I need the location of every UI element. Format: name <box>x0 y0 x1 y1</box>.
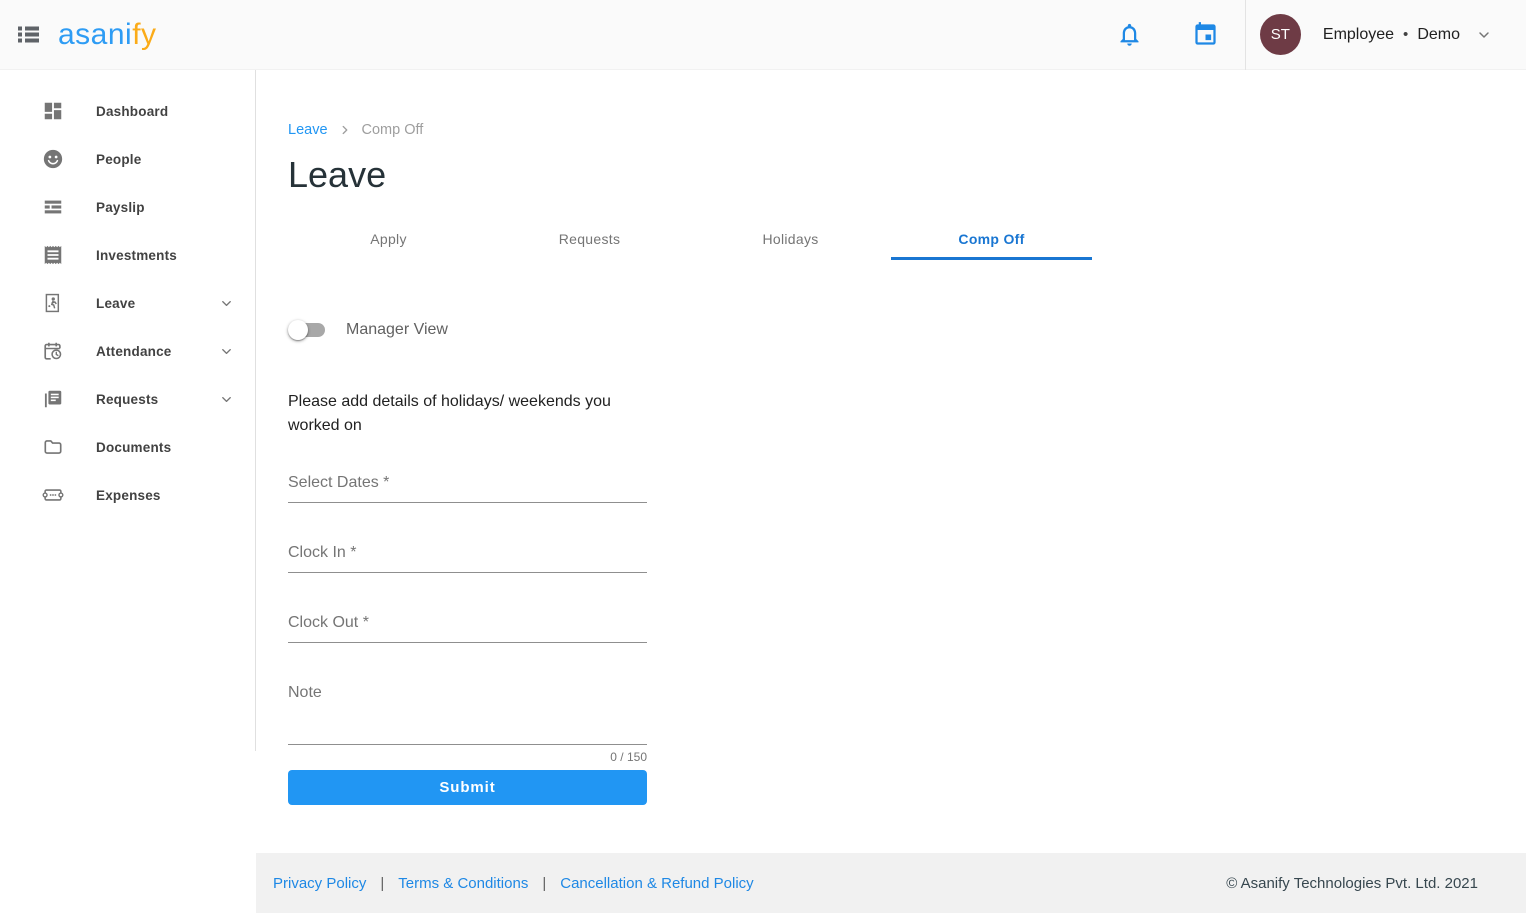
cancellation-refund-link[interactable]: Cancellation & Refund Policy <box>560 875 753 892</box>
tab-holidays[interactable]: Holidays <box>690 220 891 260</box>
note-char-counter: 0 / 150 <box>288 750 647 764</box>
exit-door-icon <box>41 291 65 315</box>
smiley-icon <box>41 147 65 171</box>
user-separator: • <box>1403 26 1408 43</box>
select-dates-field[interactable]: Select Dates * <box>288 474 647 503</box>
sidebar-item-requests[interactable]: Requests <box>0 375 255 423</box>
input-underline <box>288 642 647 643</box>
terms-conditions-link[interactable]: Terms & Conditions <box>398 875 528 892</box>
sidebar-item-payslip[interactable]: Payslip <box>0 183 255 231</box>
calendar-button[interactable] <box>1191 20 1221 50</box>
clock-in-label: Clock In * <box>288 544 647 562</box>
sidebar-item-label: Investments <box>96 248 177 263</box>
sidebar-item-leave[interactable]: Leave <box>0 279 255 327</box>
tab-bar: Apply Requests Holidays Comp Off <box>288 220 1092 260</box>
breadcrumb: Leave Comp Off <box>288 122 1526 138</box>
sidebar-item-people[interactable]: People <box>0 135 255 183</box>
receipt-icon <box>41 243 65 267</box>
footer-link-separator: | <box>380 875 384 892</box>
privacy-policy-link[interactable]: Privacy Policy <box>273 875 366 892</box>
chevron-right-icon <box>338 123 352 137</box>
user-menu[interactable]: Employee • Demo <box>1323 26 1460 44</box>
user-role: Employee <box>1323 26 1394 44</box>
sidebar-item-label: Expenses <box>96 488 161 503</box>
chevron-down-icon <box>219 344 234 359</box>
tab-requests[interactable]: Requests <box>489 220 690 260</box>
sidebar-item-expenses[interactable]: Expenses <box>0 471 255 519</box>
notifications-button[interactable] <box>1115 20 1145 50</box>
dashboard-icon <box>41 99 65 123</box>
footer-links: Privacy Policy | Terms & Conditions | Ca… <box>273 875 754 892</box>
main-content: Leave Comp Off Leave Apply Requests Holi… <box>256 70 1526 853</box>
clock-in-field[interactable]: Clock In * <box>288 544 647 573</box>
app-root: asanify ST Employee • Demo <box>0 0 1526 913</box>
header-actions: ST Employee • Demo <box>1115 0 1526 69</box>
select-dates-label: Select Dates * <box>288 474 647 492</box>
chevron-down-icon <box>219 392 234 407</box>
input-underline <box>288 502 647 503</box>
sidebar-item-label: Documents <box>96 440 171 455</box>
top-header: asanify ST Employee • Demo <box>0 0 1526 70</box>
library-books-icon <box>41 387 65 411</box>
avatar-initials: ST <box>1271 26 1290 43</box>
folder-icon <box>41 435 65 459</box>
footer: Privacy Policy | Terms & Conditions | Ca… <box>256 853 1526 913</box>
sidebar-item-label: Requests <box>96 392 158 407</box>
ticket-icon <box>41 483 65 507</box>
manager-view-label: Manager View <box>346 321 448 339</box>
sidebar-item-label: Attendance <box>96 344 172 359</box>
page-title: Leave <box>288 154 1526 196</box>
user-menu-chevron[interactable] <box>1476 27 1492 43</box>
menu-list-icon[interactable] <box>14 21 42 49</box>
note-label: Note <box>288 684 647 702</box>
manager-view-row: Manager View <box>288 318 1526 342</box>
manager-view-toggle[interactable] <box>288 318 328 342</box>
sidebar-item-dashboard[interactable]: Dashboard <box>0 87 255 135</box>
logo-text-blue: asani <box>58 18 132 52</box>
calendar-icon <box>1192 21 1219 48</box>
body-row: Dashboard People <box>0 70 1526 913</box>
calendar-clock-icon <box>41 339 65 363</box>
copyright-text: © Asanify Technologies Pvt. Ltd. 2021 <box>1226 875 1478 892</box>
toggle-thumb <box>288 320 308 340</box>
sidebar-item-documents[interactable]: Documents <box>0 423 255 471</box>
avatar[interactable]: ST <box>1260 14 1301 55</box>
logo-text-orange: fy <box>132 18 156 52</box>
sidebar-item-label: Payslip <box>96 200 145 215</box>
bell-icon <box>1116 21 1143 48</box>
form-intro-text: Please add details of holidays/ weekends… <box>288 390 623 438</box>
chevron-down-icon <box>219 296 234 311</box>
sidebar-item-label: Dashboard <box>96 104 168 119</box>
breadcrumb-current: Comp Off <box>362 122 424 138</box>
sidebar: Dashboard People <box>0 70 256 751</box>
breadcrumb-leave-link[interactable]: Leave <box>288 122 328 138</box>
input-underline <box>288 744 647 745</box>
header-divider <box>1245 0 1246 70</box>
chevron-down-icon <box>1476 27 1492 43</box>
main-column: Leave Comp Off Leave Apply Requests Holi… <box>256 70 1526 913</box>
sidebar-item-label: Leave <box>96 296 135 311</box>
sidebar-item-investments[interactable]: Investments <box>0 231 255 279</box>
input-underline <box>288 572 647 573</box>
asanify-logo[interactable]: asanify <box>58 18 157 52</box>
note-field[interactable]: Note <box>288 684 647 745</box>
clock-out-label: Clock Out * <box>288 614 647 632</box>
clock-out-field[interactable]: Clock Out * <box>288 614 647 643</box>
sidebar-item-attendance[interactable]: Attendance <box>0 327 255 375</box>
footer-link-separator: | <box>542 875 546 892</box>
tab-apply[interactable]: Apply <box>288 220 489 260</box>
sidebar-item-label: People <box>96 152 141 167</box>
user-org: Demo <box>1417 26 1460 44</box>
payslip-icon <box>41 195 65 219</box>
tab-comp-off[interactable]: Comp Off <box>891 220 1092 260</box>
list-icon <box>18 26 39 43</box>
submit-button[interactable]: Submit <box>288 770 647 805</box>
